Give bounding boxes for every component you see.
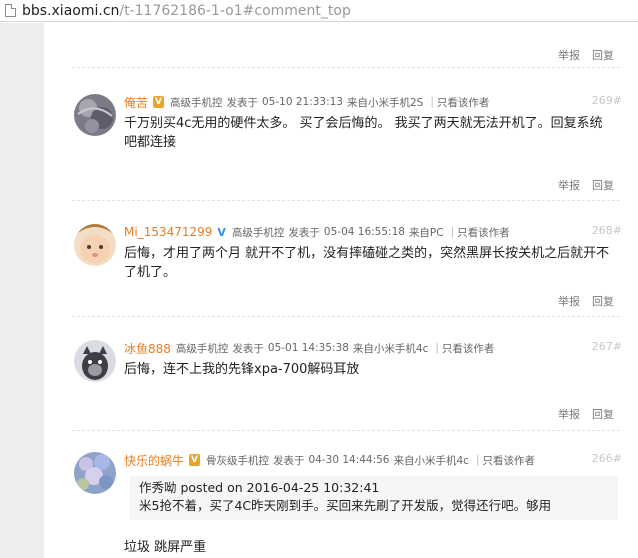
- comment-item: 冰鱼888 高级手机控 发表于 05-01 14:35:38 来自小米手机4c …: [72, 340, 622, 400]
- post-actions: 举报 回复: [546, 406, 614, 422]
- only-author-link[interactable]: 只看该作者: [457, 225, 510, 240]
- post-time: 04-30 14:44:56: [308, 454, 390, 466]
- report-link[interactable]: 举报: [558, 408, 580, 421]
- avatar[interactable]: [74, 452, 116, 494]
- comment-item: 快乐的蜗牛 V 骨灰级手机控 发表于 04-30 14:44:56 来自小米手机…: [72, 452, 622, 558]
- report-link[interactable]: 举报: [558, 179, 580, 192]
- username[interactable]: 俺苦: [124, 94, 148, 111]
- posted-label: 发表于: [288, 226, 320, 239]
- avatar[interactable]: [74, 340, 116, 382]
- comment-meta: 冰鱼888 高级手机控 发表于 05-01 14:35:38 来自小米手机4c …: [124, 340, 620, 356]
- posted-label: 发表于: [232, 342, 264, 355]
- post-time: 05-10 21:33:13: [261, 96, 343, 108]
- vip-badge: V: [153, 96, 164, 108]
- url-text[interactable]: bbs.xiaomi.cn/t-11762186-1-o1#comment_to…: [22, 3, 351, 19]
- floor-number[interactable]: 269#: [592, 94, 622, 107]
- floor-number[interactable]: 266#: [592, 452, 622, 465]
- url-domain: bbs.xiaomi.cn: [22, 2, 120, 19]
- username[interactable]: 冰鱼888: [124, 340, 171, 357]
- comment-item: Mi_153471299 V 高级手机控 发表于 05-04 16:55:18 …: [72, 224, 622, 294]
- post-actions: 举报 回复: [546, 177, 614, 193]
- comment-text: 后悔，连不上我的先锋xpa-700解码耳放: [124, 362, 360, 377]
- only-author-link[interactable]: 只看该作者: [442, 341, 495, 356]
- avatar[interactable]: [74, 94, 116, 136]
- divider: [72, 200, 620, 201]
- quote-header: 作秀呦 posted on 2016-04-25 10:32:41: [139, 480, 380, 495]
- quote-text: 米5抢不着，买了4C昨天刚到手。买回来先刷了开发版，觉得还行吧。够用: [139, 498, 552, 513]
- post-source: 来自小米手机4c: [352, 342, 429, 355]
- post-actions: 举报 回复: [546, 47, 614, 63]
- posted-label: 发表于: [226, 96, 258, 109]
- comment-meta: 俺苦 V 高级手机控 发表于 05-10 21:33:13 来自小米手机2S |…: [124, 94, 620, 110]
- only-author-link[interactable]: 只看该作者: [437, 95, 490, 110]
- reply-link[interactable]: 回复: [592, 49, 614, 62]
- separator: |: [475, 454, 480, 466]
- post-time: 05-04 16:55:18: [323, 226, 405, 238]
- comment-item: 俺苦 V 高级手机控 发表于 05-10 21:33:13 来自小米手机2S |…: [72, 94, 622, 164]
- divider: [72, 430, 620, 431]
- quoted-reply: 作秀呦 posted on 2016-04-25 10:32:41 米5抢不着，…: [130, 476, 618, 520]
- comment-text: 千万别买4c无用的硬件太多。 买了会后悔的。 我买了两天就无法开机了。回复系统吧…: [124, 116, 603, 150]
- post-time: 05-01 14:35:38: [267, 342, 349, 354]
- comment-text: 垃圾 跳屏严重: [124, 540, 207, 555]
- separator: |: [430, 96, 434, 108]
- divider: [72, 316, 620, 317]
- separator: |: [435, 342, 439, 354]
- divider: [72, 67, 620, 68]
- reply-link[interactable]: 回复: [592, 179, 614, 192]
- separator: |: [450, 226, 455, 238]
- only-author-link[interactable]: 只看该作者: [483, 453, 536, 468]
- floor-number[interactable]: 268#: [592, 224, 622, 237]
- page-icon: [5, 4, 16, 17]
- report-link[interactable]: 举报: [558, 295, 580, 308]
- user-level: 高级手机控: [169, 96, 223, 109]
- user-level: 高级手机控: [231, 226, 285, 239]
- verified-badge: V: [217, 225, 226, 239]
- post-source: 来自PC: [408, 226, 444, 239]
- vip-badge: V: [189, 454, 200, 466]
- username[interactable]: 快乐的蜗牛: [124, 452, 184, 469]
- user-level: 高级手机控: [175, 342, 229, 355]
- url-path: /t-11762186-1-o1#comment_top: [119, 2, 351, 19]
- comment-text: 后悔，才用了两个月 就开不了机，没有摔磕碰之类的，突然黑屏长按关机之后就开不了机…: [124, 246, 610, 280]
- post-source: 来自小米手机4c: [393, 454, 469, 467]
- left-margin: [0, 23, 44, 558]
- username[interactable]: Mi_153471299: [124, 225, 212, 239]
- post-source: 来自小米手机2S: [347, 96, 424, 109]
- avatar[interactable]: [74, 224, 116, 266]
- comment-meta: Mi_153471299 V 高级手机控 发表于 05-04 16:55:18 …: [124, 224, 620, 240]
- reply-link[interactable]: 回复: [592, 408, 614, 421]
- address-bar[interactable]: bbs.xiaomi.cn/t-11762186-1-o1#comment_to…: [0, 0, 638, 22]
- post-actions: 举报 回复: [546, 293, 614, 309]
- posted-label: 发表于: [272, 454, 305, 467]
- user-level: 骨灰级手机控: [205, 454, 269, 467]
- floor-number[interactable]: 267#: [592, 340, 622, 353]
- comment-meta: 快乐的蜗牛 V 骨灰级手机控 发表于 04-30 14:44:56 来自小米手机…: [124, 452, 620, 468]
- report-link[interactable]: 举报: [558, 49, 580, 62]
- reply-link[interactable]: 回复: [592, 295, 614, 308]
